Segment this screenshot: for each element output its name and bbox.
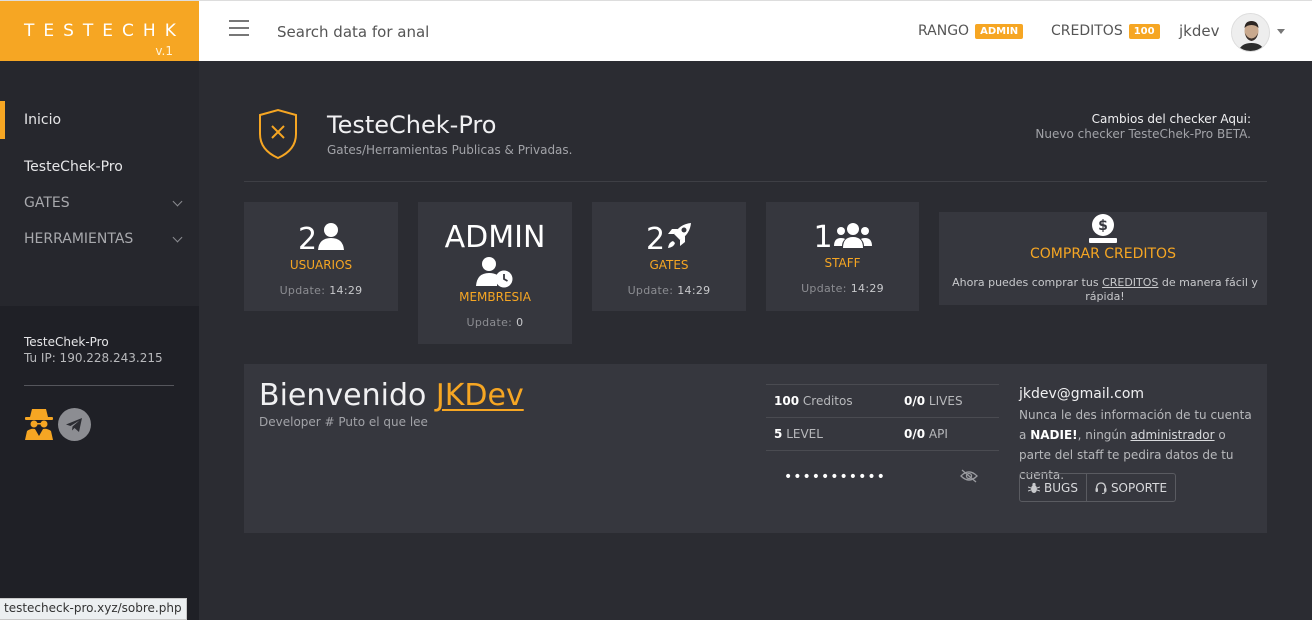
rank-indicator: RANGO ADMIN [918,23,1024,39]
money-hand-icon: $ [1089,214,1117,243]
bugs-button[interactable]: BUGS [1020,474,1086,501]
stat-card-staff: 1 STAFF Update: 14:29 [766,202,919,311]
membership-value: ADMIN [444,220,546,255]
stat-value-row: 2 [592,222,746,256]
svg-text:$: $ [1098,218,1108,234]
table-row: 100 Creditos 0/0 LIVES [766,384,999,417]
support-buttons: BUGS SOPORTE [1019,473,1177,502]
user-menu-caret-icon[interactable] [1277,29,1285,34]
top-bar: TESTECHK v.1 RANGO ADMIN CREDITOS 100 jkde… [0,0,1312,62]
membership-label: MEMBRESIA [459,290,531,304]
password-field[interactable]: ••••••••••• [784,469,886,485]
users-update: Update: 14:29 [279,284,363,297]
welcome-title: Bienvenido JKDev [259,378,524,413]
user-clock-icon [476,257,513,288]
menu-toggle-icon[interactable] [229,20,249,36]
divider [766,450,999,451]
ip-address: Tu IP: 190.228.243.215 [24,351,163,365]
eye-slash-icon[interactable] [960,469,978,483]
sidebar-item-inicio[interactable]: Inicio [24,112,61,128]
gates-label: GATES [649,258,689,272]
staff-label: STAFF [824,256,861,270]
rank-label: RANGO [918,23,970,39]
search-input[interactable] [277,21,429,43]
active-indicator [0,101,5,139]
support-button[interactable]: SOPORTE [1085,474,1175,501]
brand-logo[interactable]: TESTECHK v.1 [0,1,199,62]
page-title: TesteChek-Pro [327,111,497,139]
welcome-panel: Bienvenido JKDev Developer # Puto el que… [244,364,1267,533]
buy-credits-title[interactable]: COMPRAR CREDITOS [939,246,1267,262]
changes-text: Nuevo checker TesteChek-Pro BETA. [1035,127,1251,141]
gates-update: Update: 14:29 [627,284,711,297]
buy-credits-card[interactable]: $ COMPRAR CREDITOS Ahora puedes comprar … [939,212,1267,305]
users-label: USUARIOS [289,258,353,272]
changes-title: Cambios del checker Aqui: [1091,112,1251,126]
spy-icon[interactable] [23,406,55,440]
credits-link[interactable]: CREDITOS [1102,276,1158,289]
bugs-label: BUGS [1044,480,1078,495]
users-count: 2 [297,222,318,257]
buy-credits-text: Ahora puedes comprar tus CREDITOS de man… [952,276,1258,303]
site-info-title: TesteChek-Pro [24,335,109,349]
site-info: TesteChek-Pro Tu IP: 190.228.243.215 [24,334,163,366]
stat-value-row: 1 [766,222,919,254]
sidebar-item-gates[interactable]: GATES [24,195,70,211]
credits-indicator: CREDITOS 100 [1051,23,1160,39]
avatar[interactable] [1231,13,1270,52]
membership-update: Update: 0 [466,316,524,329]
users-group-icon [833,223,872,248]
welcome-role: Developer # Puto el que lee [259,415,428,429]
brand-name: TESTECHK [24,21,185,41]
user-email: jkdev@gmail.com [1019,386,1145,402]
divider [244,181,1267,182]
profile-name-link[interactable]: JKDev [436,378,524,413]
stat-card-gates: 2 GATES Update: 14:29 [592,202,746,311]
sidebar: Inicio TesteChek-Pro GATES HERRAMIENTAS … [0,61,199,620]
changes-notice: Cambios del checker Aqui: Nuevo checker … [1035,112,1251,142]
divider [24,385,174,386]
admin-link[interactable]: administrador [1130,428,1214,442]
headset-icon [1095,481,1107,494]
staff-count: 1 [813,220,833,255]
sidebar-nav: Inicio TesteChek-Pro GATES HERRAMIENTAS [0,61,199,306]
sidebar-item-testechek-pro[interactable]: TesteChek-Pro [24,159,123,175]
user-icon [318,223,345,250]
gates-count: 2 [645,222,666,257]
stat-card-users: 2 USUARIOS Update: 14:29 [244,202,398,311]
telegram-icon[interactable] [58,408,91,441]
chevron-down-icon[interactable] [172,232,183,243]
account-stats-table: 100 Creditos 0/0 LIVES 5 LEVEL 0/0 API [766,384,999,451]
staff-update: Update: 14:29 [801,282,884,295]
sidebar-item-herramientas[interactable]: HERRAMIENTAS [24,231,133,247]
page-subtitle: Gates/Herramientas Publicas & Privadas. [327,143,573,157]
credits-badge: 100 [1128,23,1160,39]
bug-icon [1028,482,1040,493]
username[interactable]: jkdev [1179,22,1219,40]
user-avatar-icon [1232,14,1269,51]
credits-label: CREDITOS [1051,23,1123,39]
stat-card-membership: ADMIN MEMBRESIA Update: 0 [418,202,572,344]
table-row: 5 LEVEL 0/0 API [766,417,999,450]
link-status-bar: testecheck-pro.xyz/sobre.php [0,598,187,620]
brand-version: v.1 [155,44,173,58]
support-label: SOPORTE [1110,480,1168,495]
chevron-down-icon[interactable] [172,196,183,207]
stat-value-row: 2 [244,222,398,256]
rank-badge: ADMIN [975,23,1024,39]
shield-logo-icon [259,108,297,160]
rocket-icon [668,223,692,248]
